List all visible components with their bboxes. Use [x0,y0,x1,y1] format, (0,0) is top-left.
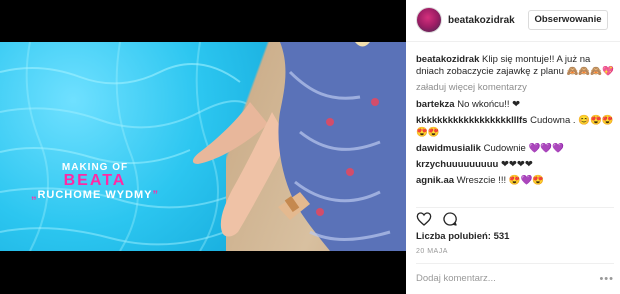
post-header: beatakozidrak Obserwowanie [406,0,620,42]
title-song-text: RUCHOME WYDMY [37,189,153,201]
following-button[interactable]: Obserwowanie [528,10,608,30]
avatar[interactable] [416,7,442,33]
woman-figure [192,42,406,251]
comments-list: beatakozidrak Klip się montuje!! A już n… [416,54,614,191]
caption-username[interactable]: beatakozidrak [416,54,479,65]
comment-text: ❤❤❤❤ [500,159,533,170]
comment-username[interactable]: krzychuuuuuuuuu [416,159,498,170]
comment-username[interactable]: bartekza [416,99,455,110]
header-username[interactable]: beatakozidrak [448,15,515,26]
comment-row: dawidmusialik Cudownie 💜💜💜 [416,143,614,155]
comment-text: No wkońcu!! ❤ [457,99,521,110]
title-song: „RUCHOME WYDMY” [30,189,160,201]
comment-text: Cudownie 💜💜💜 [483,143,564,154]
title-artist: BEATA [63,172,127,189]
video-frame[interactable]: MAKING OF BEATA „RUCHOME WYDMY” [0,42,406,251]
comment-row: bartekza No wkońcu!! ❤ [416,99,614,111]
likes-count[interactable]: Liczba polubień: 531 [416,231,509,242]
heart-icon[interactable] [416,211,432,227]
comment-text: Wreszcie !!! 😍💜😍 [456,175,545,186]
close-quote: ” [152,189,160,201]
video-title-overlay: MAKING OF BEATA „RUCHOME WYDMY” [30,162,160,201]
post-media[interactable]: MAKING OF BEATA „RUCHOME WYDMY” [0,0,406,294]
comment-row: agnik.aa Wreszcie !!! 😍💜😍 [416,175,614,187]
post-actions [416,207,614,227]
comment-icon[interactable] [442,211,458,227]
post-date[interactable]: 20 MAJA [416,248,448,255]
caption: beatakozidrak Klip się montuje!! A już n… [416,54,614,78]
comment-row: kkkkkkkkkkkkkkkkkklllfs Cudowna . 😊😍😍😍😍 [416,115,614,139]
add-comment-bar: ••• [416,263,614,294]
post-side-panel: beatakozidrak Obserwowanie beatakozidrak… [406,0,620,294]
comment-username[interactable]: dawidmusialik [416,143,481,154]
comment-username[interactable]: kkkkkkkkkkkkkkkkkklllfs [416,115,527,126]
comment-username[interactable]: agnik.aa [416,175,454,186]
more-options-icon[interactable]: ••• [599,273,614,285]
comment-row: krzychuuuuuuuuu ❤❤❤❤ [416,159,614,171]
load-more-comments-link[interactable]: załaduj więcej komentarzy [416,82,614,94]
comment-input[interactable] [416,273,591,284]
